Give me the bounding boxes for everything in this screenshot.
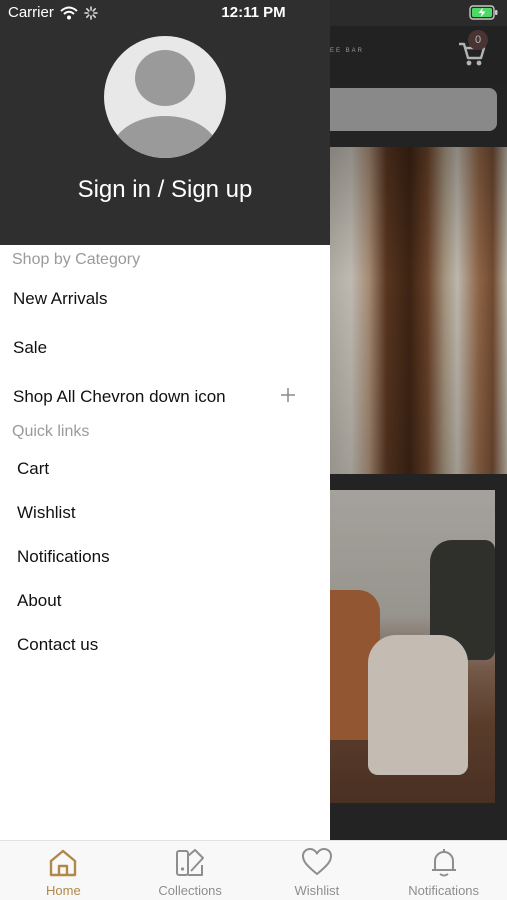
- avatar-body: [112, 116, 218, 158]
- tab-notifications[interactable]: Notifications: [380, 841, 507, 900]
- plus-icon[interactable]: [278, 385, 298, 405]
- quick-link-about[interactable]: About: [17, 591, 61, 611]
- quick-link-wishlist[interactable]: Wishlist: [17, 503, 76, 523]
- status-bar: Carrier 12:11 PM: [0, 0, 507, 26]
- menu-item-sale[interactable]: Sale: [13, 338, 47, 358]
- menu-item-shop-all[interactable]: Shop All Chevron down icon: [13, 387, 226, 407]
- clock: 12:11 PM: [221, 4, 286, 21]
- collections-icon: [176, 849, 205, 876]
- menu-item-new-arrivals[interactable]: New Arrivals: [13, 289, 107, 309]
- tab-wishlist-label: Wishlist: [294, 883, 340, 898]
- side-drawer: Sign in / Sign up Shop by Category New A…: [0, 0, 330, 840]
- tab-collections-label: Collections: [158, 883, 222, 898]
- shop-by-category-title: Shop by Category: [12, 251, 141, 268]
- heart-icon: [301, 848, 332, 875]
- tab-home-label: Home: [46, 883, 81, 898]
- tab-wishlist[interactable]: Wishlist: [254, 841, 381, 900]
- home-icon: [50, 849, 77, 877]
- avatar-head: [135, 50, 195, 106]
- avatar[interactable]: [104, 36, 226, 158]
- tab-notifications-label: Notifications: [408, 883, 480, 898]
- tab-home[interactable]: Home: [0, 841, 127, 900]
- bell-icon: [431, 849, 456, 877]
- battery-charging-icon: [469, 5, 498, 20]
- quick-link-notifications[interactable]: Notifications: [17, 547, 110, 567]
- drawer-header: Sign in / Sign up: [0, 0, 330, 245]
- quick-link-cart[interactable]: Cart: [17, 459, 49, 479]
- drawer-overlay[interactable]: [330, 26, 507, 840]
- tab-bar: Home Collections Wishlist Notifications: [0, 840, 507, 900]
- tab-collections[interactable]: Collections: [127, 841, 254, 900]
- quick-links-title: Quick links: [12, 423, 90, 440]
- sign-in-link[interactable]: Sign in / Sign up: [0, 176, 330, 204]
- quick-link-contact-us[interactable]: Contact us: [17, 635, 98, 655]
